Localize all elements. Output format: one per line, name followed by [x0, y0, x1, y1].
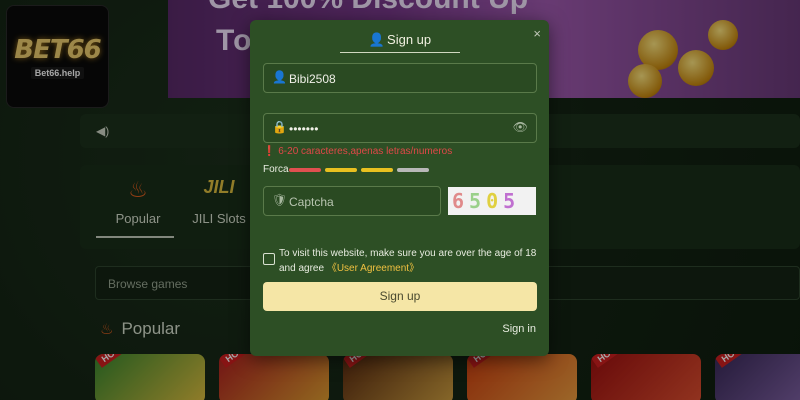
strength-label: Forca — [263, 164, 289, 175]
username-value: Bibi2508 — [289, 72, 336, 86]
signin-link[interactable]: Sign in — [502, 323, 536, 335]
password-value: ••••••• — [289, 122, 319, 136]
captcha-code: 6505 — [452, 189, 521, 213]
user-icon: 👤 — [272, 70, 287, 84]
signup-modal: 👤 Sign up × 👤 Bibi2508 🔒 ••••••• 👁 ❗ 6-20… — [250, 20, 549, 356]
password-error: ❗ 6-20 caracteres,apenas letras/numeros — [263, 146, 453, 157]
shield-icon: 🛡 — [272, 193, 288, 207]
modal-title-text: Sign up — [387, 32, 432, 47]
username-field[interactable]: 👤 Bibi2508 — [263, 63, 537, 93]
modal-title: 👤 Sign up — [340, 32, 460, 48]
captcha-field[interactable]: 🛡 Captcha — [263, 186, 441, 216]
strength-bar — [361, 168, 393, 172]
eye-slash-icon[interactable]: 👁 — [513, 120, 528, 134]
user-agreement-link[interactable]: 《User Agreement》 — [327, 263, 419, 274]
captcha-placeholder: Captcha — [289, 195, 334, 209]
captcha-image[interactable]: 6505 — [448, 187, 536, 215]
strength-bar — [397, 168, 429, 172]
agreement-text: To visit this website, make sure you are… — [279, 246, 545, 276]
lock-icon: 🔒 — [272, 120, 287, 134]
agreement-checkbox[interactable] — [263, 253, 275, 265]
signup-button[interactable]: Sign up — [263, 282, 537, 311]
title-underline — [340, 52, 460, 53]
close-icon[interactable]: × — [533, 26, 541, 41]
password-error-text: 6-20 caracteres,apenas letras/numeros — [278, 146, 453, 157]
strength-bar — [325, 168, 357, 172]
user-icon: 👤 — [368, 32, 386, 47]
strength-bar — [289, 168, 321, 172]
password-field[interactable]: 🔒 ••••••• 👁 — [263, 113, 537, 143]
